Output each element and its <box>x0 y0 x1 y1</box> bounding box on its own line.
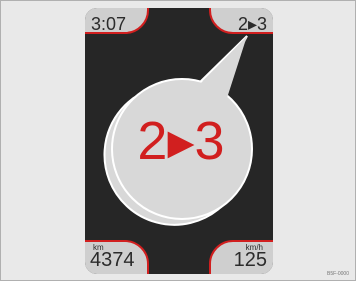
figure-code: B5F-0000 <box>327 271 349 277</box>
gear-recommendation-large: 2▸3 <box>137 111 225 171</box>
illustration-frame: 3:07 2▸3 km 4374 km/h 125 2▸3 B5F-0000 <box>0 0 356 281</box>
